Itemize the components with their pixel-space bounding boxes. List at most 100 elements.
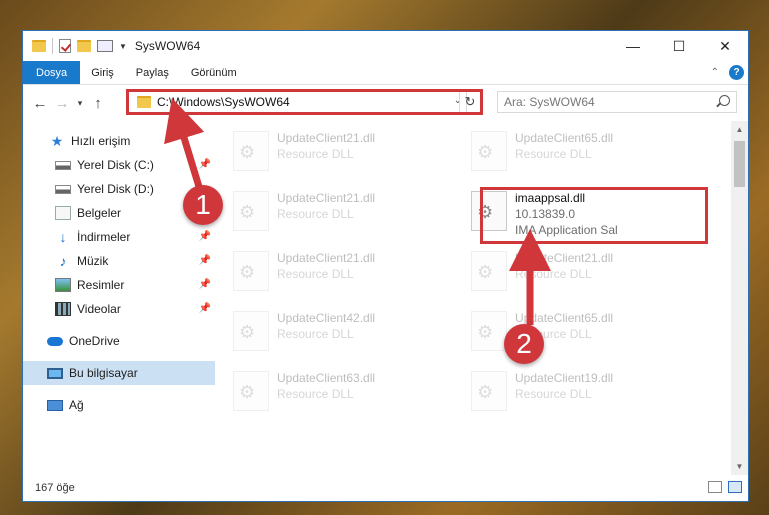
- scrollbar-thumb[interactable]: [734, 141, 745, 187]
- sidebar-item-pictures[interactable]: Resimler 📌: [23, 273, 215, 297]
- dll-file-icon: [471, 371, 507, 411]
- sidebar-item-label: Yerel Disk (C:): [77, 158, 154, 172]
- main-content: ★ Hızlı erişim Yerel Disk (C:) 📌 Yerel D…: [23, 121, 748, 475]
- dll-file-icon: [233, 311, 269, 351]
- tab-file[interactable]: Dosya: [23, 61, 81, 84]
- file-highlight-box: [480, 187, 708, 244]
- dll-file-icon: [471, 131, 507, 171]
- pin-icon: 📌: [198, 231, 211, 242]
- network-icon: [47, 399, 63, 411]
- sidebar-item-music[interactable]: ♪ Müzik 📌: [23, 249, 215, 273]
- pc-icon: [47, 367, 63, 379]
- pin-icon: 📌: [198, 255, 211, 266]
- step-marker-1: 1: [183, 185, 223, 225]
- tiles-view-icon[interactable]: [728, 481, 742, 493]
- maximize-button[interactable]: ☐: [656, 31, 702, 61]
- file-name: UpdateClient21.dll: [515, 251, 614, 265]
- sidebar-item-label: Hızlı erişim: [71, 134, 131, 148]
- sidebar-item-label: OneDrive: [69, 334, 120, 348]
- properties-check-icon[interactable]: [59, 39, 71, 53]
- dll-file-icon: [233, 371, 269, 411]
- vertical-scrollbar[interactable]: ▲ ▼: [731, 121, 748, 475]
- up-button[interactable]: ↑: [87, 95, 109, 112]
- window-title: SysWOW64: [134, 39, 201, 53]
- file-name: UpdateClient42.dll: [277, 311, 376, 325]
- sidebar-item-videos[interactable]: Videolar 📌: [23, 297, 215, 321]
- star-icon: ★: [50, 133, 64, 149]
- dll-file-icon: [471, 311, 507, 351]
- sidebar-item-label: Videolar: [77, 302, 121, 316]
- pin-icon: 📌: [198, 279, 211, 290]
- explorer-window: ▼ SysWOW64 — ☐ ✕ Dosya Giriş Paylaş Görü…: [22, 30, 749, 502]
- new-folder-icon[interactable]: [77, 40, 91, 52]
- music-icon: ♪: [59, 253, 67, 269]
- file-name: UpdateClient21.dll: [277, 191, 376, 205]
- dll-file-icon: [233, 131, 269, 171]
- status-bar: 167 öğe: [23, 475, 748, 501]
- back-button[interactable]: ←: [29, 95, 51, 112]
- pictures-icon: [55, 278, 71, 292]
- search-icon[interactable]: [719, 95, 730, 106]
- file-item[interactable]: UpdateClient19.dll Resource DLL: [471, 367, 709, 421]
- videos-icon: [55, 302, 71, 316]
- file-item[interactable]: UpdateClient21.dll Resource DLL: [233, 187, 471, 241]
- window-controls: — ☐ ✕: [610, 31, 748, 61]
- drive-icon: [55, 160, 71, 170]
- cloud-icon: [47, 336, 63, 346]
- step-marker-2: 2: [504, 324, 544, 364]
- scroll-down-icon[interactable]: ▼: [731, 458, 748, 475]
- file-item[interactable]: UpdateClient65.dll Resource DLL: [471, 127, 709, 181]
- sidebar-item-label: Bu bilgisayar: [69, 366, 138, 380]
- file-item[interactable]: UpdateClient21.dll Resource DLL: [233, 247, 471, 301]
- pin-icon: 📌: [198, 159, 211, 170]
- sidebar-item-downloads[interactable]: ↓ İndirmeler 📌: [23, 225, 215, 249]
- details-view-icon[interactable]: [708, 481, 722, 493]
- sidebar-item-label: Müzik: [77, 254, 109, 268]
- sidebar-item-label: İndirmeler: [77, 230, 131, 244]
- qat-dropdown-icon[interactable]: ▼: [119, 42, 127, 51]
- recent-locations-icon[interactable]: ▾: [73, 98, 87, 109]
- file-type: Resource DLL: [277, 207, 354, 221]
- file-item[interactable]: UpdateClient21.dll Resource DLL: [233, 127, 471, 181]
- ribbon-tabs: Dosya Giriş Paylaş Görünüm ⌃ ?: [23, 61, 748, 85]
- search-input[interactable]: Ara: SysWOW64: [497, 91, 737, 113]
- sidebar-item-local-disk-c[interactable]: Yerel Disk (C:) 📌: [23, 153, 215, 177]
- file-name: UpdateClient65.dll: [515, 311, 614, 325]
- sidebar-item-network[interactable]: Ağ: [23, 393, 215, 417]
- file-name: UpdateClient21.dll: [277, 131, 376, 145]
- file-grid: UpdateClient21.dll Resource DLL UpdateCli…: [233, 127, 731, 421]
- tab-share[interactable]: Paylaş: [125, 61, 180, 84]
- sidebar-item-onedrive[interactable]: OneDrive: [23, 329, 215, 353]
- file-type: Resource DLL: [515, 387, 592, 401]
- dll-file-icon: [471, 251, 507, 291]
- tab-view[interactable]: Görünüm: [180, 61, 248, 84]
- scroll-up-icon[interactable]: ▲: [731, 121, 748, 138]
- documents-icon: [55, 206, 71, 220]
- dll-file-icon: [233, 251, 269, 291]
- sidebar-item-label: Belgeler: [77, 206, 122, 220]
- file-item[interactable]: UpdateClient42.dll Resource DLL: [233, 307, 471, 361]
- file-item[interactable]: UpdateClient21.dll Resource DLL: [471, 247, 709, 301]
- downloads-icon: ↓: [59, 229, 67, 245]
- folder-icon: [32, 40, 46, 52]
- expand-ribbon-icon[interactable]: ⌃: [711, 67, 719, 78]
- tab-home[interactable]: Giriş: [80, 61, 125, 84]
- file-type: Resource DLL: [277, 147, 354, 161]
- quick-access-toolbar: ▼: [23, 38, 127, 54]
- file-item[interactable]: UpdateClient63.dll Resource DLL: [233, 367, 471, 421]
- sidebar-item-quick-access[interactable]: ★ Hızlı erişim: [23, 129, 215, 153]
- view-toggle: [708, 481, 742, 493]
- address-row: ← → ▾ ↑ C:\Windows\SysWOW64 ⌄ ↻ Ara: Sys…: [23, 85, 748, 121]
- address-highlight-box: [126, 89, 483, 115]
- sidebar-item-this-pc[interactable]: Bu bilgisayar: [23, 361, 215, 385]
- minimize-button[interactable]: —: [610, 31, 656, 61]
- close-button[interactable]: ✕: [702, 31, 748, 61]
- help-icon[interactable]: ?: [729, 65, 744, 80]
- toolbar-separator: [52, 38, 53, 54]
- drive-icon: [55, 184, 71, 194]
- file-name: UpdateClient21.dll: [277, 251, 376, 265]
- customize-view-icon[interactable]: [97, 40, 113, 52]
- forward-button[interactable]: →: [51, 95, 73, 112]
- file-type: Resource DLL: [515, 147, 592, 161]
- sidebar-item-label: Yerel Disk (D:): [77, 182, 154, 196]
